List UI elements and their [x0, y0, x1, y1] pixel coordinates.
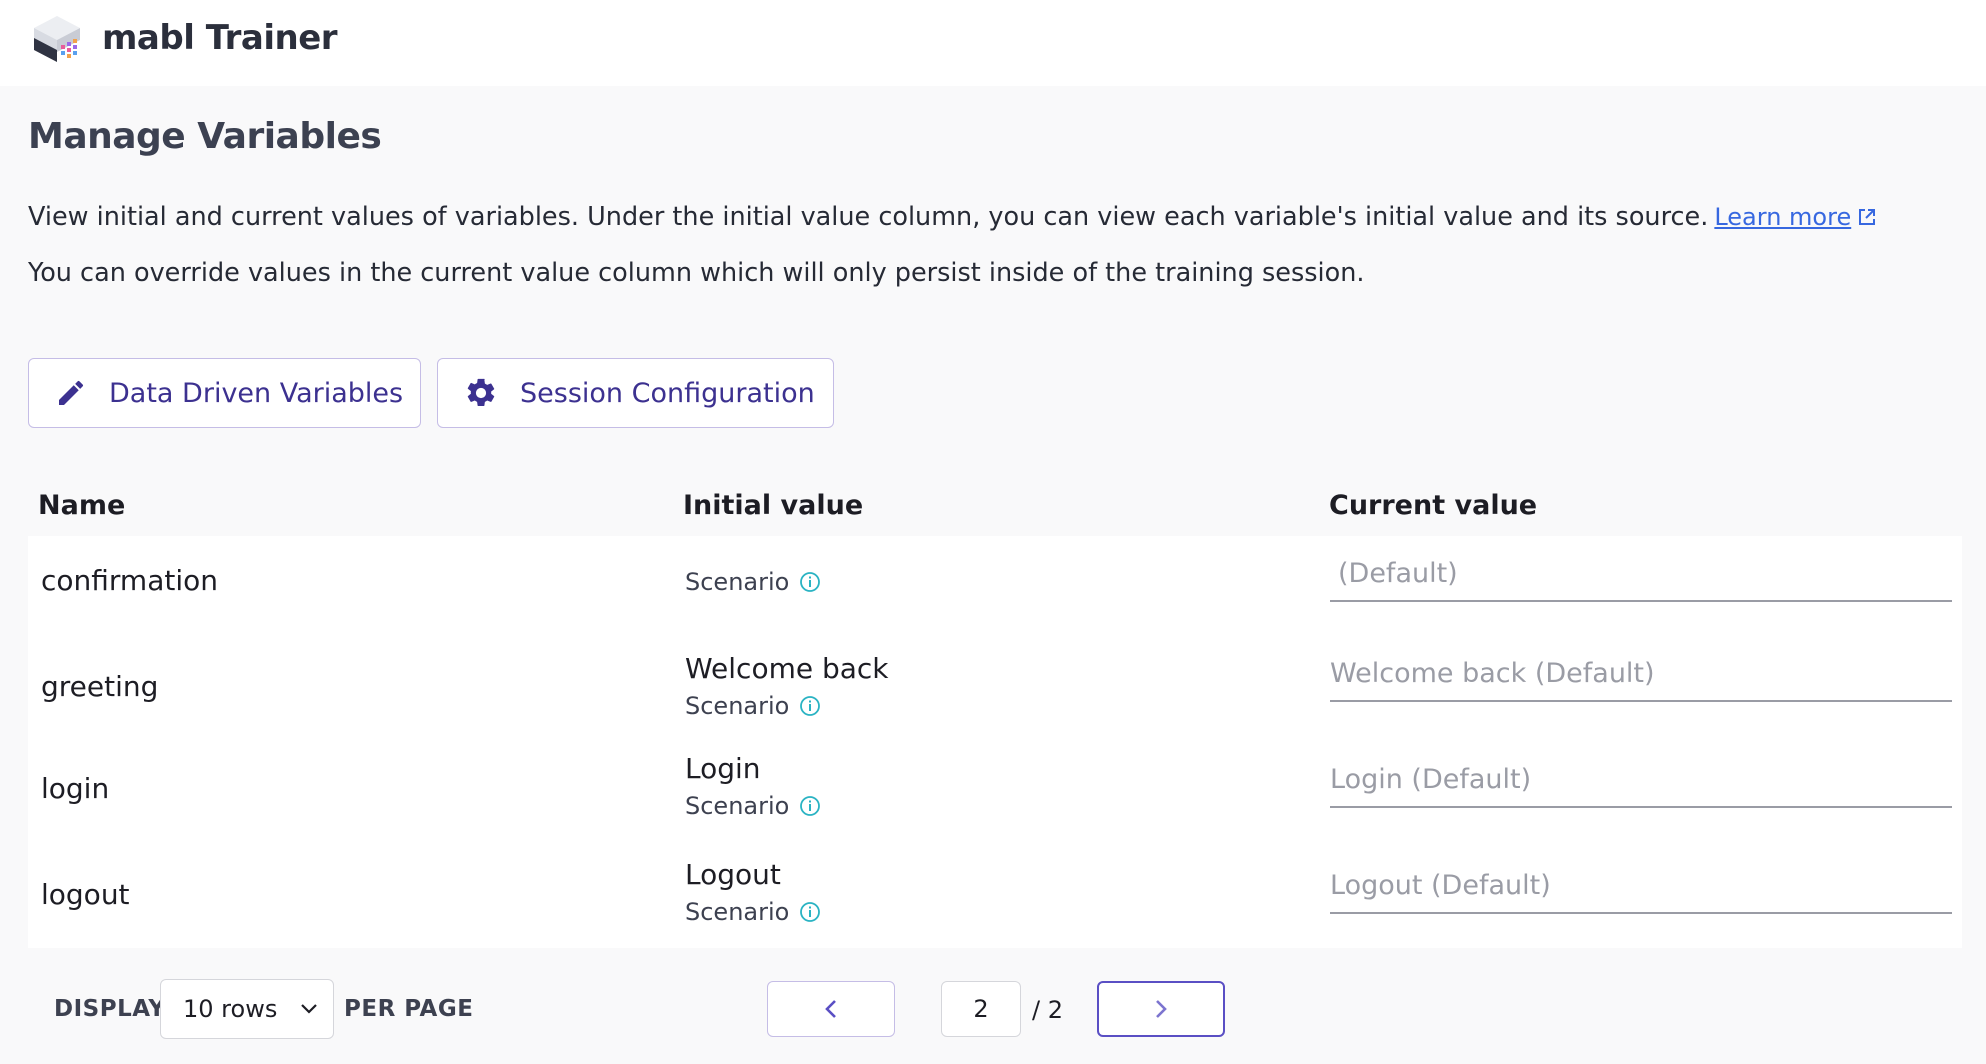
rows-per-page-value: 10 rows — [183, 995, 278, 1023]
info-icon[interactable] — [799, 901, 821, 923]
variable-name: greeting — [41, 670, 159, 703]
info-icon[interactable] — [799, 571, 821, 593]
chevron-left-icon — [825, 1000, 836, 1018]
session-configuration-label: Session Configuration — [520, 377, 815, 409]
current-value-input[interactable] — [1330, 546, 1952, 602]
learn-more-label: Learn more — [1714, 203, 1852, 231]
rows-per-page-select[interactable]: 10 rows — [160, 979, 334, 1039]
per-page-label: PER PAGE — [344, 996, 474, 1022]
table-row: login Login Scenario — [28, 748, 1962, 854]
initial-value-source: Scenario — [685, 692, 821, 720]
initial-value: Logout — [685, 858, 781, 891]
external-link-icon — [1859, 209, 1876, 225]
current-value-input[interactable] — [1330, 646, 1952, 702]
description-line-2: You can override values in the current v… — [28, 258, 1365, 288]
table-row: confirmation Scenario — [28, 536, 1962, 642]
app-title: mabl Trainer — [102, 18, 338, 58]
session-configuration-button[interactable]: Session Configuration — [437, 358, 834, 428]
data-driven-variables-button[interactable]: Data Driven Variables — [28, 358, 421, 428]
column-header-current-value: Current value — [1329, 490, 1538, 521]
gear-icon — [467, 378, 495, 407]
learn-more-link[interactable]: Learn more — [1714, 203, 1877, 231]
column-header-name: Name — [38, 490, 126, 521]
next-page-button[interactable] — [1097, 981, 1225, 1037]
variable-name: login — [41, 772, 110, 805]
description-text-1: View initial and current values of varia… — [28, 202, 1709, 232]
variables-table-body: confirmation Scenario greeting Welcome b… — [28, 536, 1962, 948]
table-row: greeting Welcome back Scenario — [28, 642, 1962, 748]
initial-value-source: Scenario — [685, 792, 821, 820]
source-label: Scenario — [685, 568, 790, 596]
source-label: Scenario — [685, 792, 790, 820]
info-icon[interactable] — [799, 795, 821, 817]
display-label: DISPLAY — [54, 996, 166, 1022]
table-row: logout Logout Scenario — [28, 854, 1962, 960]
variable-name: logout — [41, 878, 130, 911]
page-title: Manage Variables — [28, 116, 382, 157]
page-total: / 2 — [1032, 996, 1063, 1024]
data-driven-variables-label: Data Driven Variables — [109, 377, 404, 409]
source-label: Scenario — [685, 692, 790, 720]
current-value-input[interactable] — [1330, 858, 1952, 914]
description-line-1: View initial and current values of varia… — [28, 202, 1877, 232]
pencil-icon — [59, 380, 84, 405]
mabl-cube-logo-icon — [34, 16, 80, 62]
variable-name: confirmation — [41, 564, 218, 597]
app-header: mabl Trainer — [0, 0, 1986, 86]
chevron-right-icon — [1156, 1000, 1167, 1018]
page-number-input[interactable] — [941, 981, 1021, 1037]
chevron-down-icon — [301, 1004, 317, 1014]
initial-value: Welcome back — [685, 652, 889, 685]
initial-value: Login — [685, 752, 761, 785]
initial-value-source: Scenario — [685, 568, 821, 596]
current-value-input[interactable] — [1330, 752, 1952, 808]
info-icon[interactable] — [799, 695, 821, 717]
previous-page-button[interactable] — [767, 981, 895, 1037]
source-label: Scenario — [685, 898, 790, 926]
column-header-initial-value: Initial value — [683, 490, 864, 521]
initial-value-source: Scenario — [685, 898, 821, 926]
